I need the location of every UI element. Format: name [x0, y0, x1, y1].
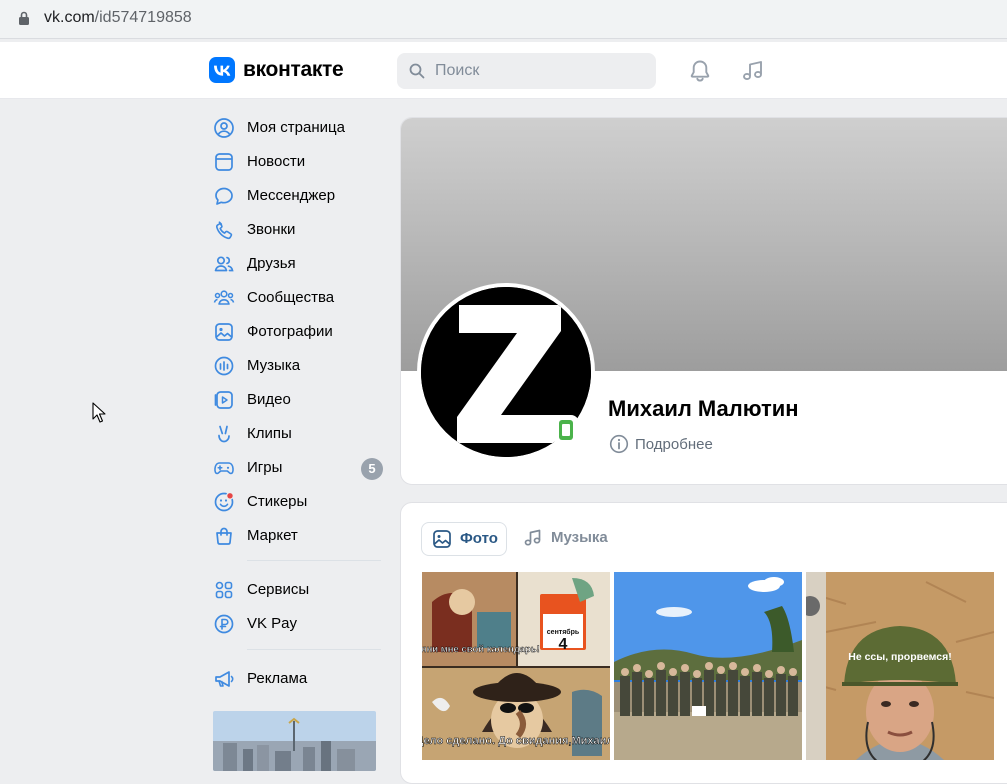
sidebar-item-label: Фотографии — [247, 323, 333, 340]
lock-icon — [19, 11, 29, 25]
photo-thumbnail[interactable]: Не ссы, прорвемся! — [806, 572, 994, 760]
sidebar-divider — [247, 649, 381, 650]
sidebar-item-my-page[interactable]: Моя страница — [212, 110, 382, 144]
sidebar-item-clips[interactable]: Клипы — [212, 416, 382, 450]
music-note-icon[interactable] — [740, 58, 766, 84]
sidebar-item-vk-pay[interactable]: VK Pay — [212, 606, 382, 640]
sidebar-item-label: Музыка — [247, 357, 301, 374]
sidebar-item-label: Видео — [247, 391, 291, 408]
sidebar-item-calls[interactable]: Звонки — [212, 212, 382, 246]
tab-music[interactable]: Музыка — [513, 522, 623, 554]
sidebar-item-label: Новости — [247, 153, 306, 170]
calendar-month: сентябрь — [547, 628, 580, 636]
search-icon — [409, 63, 425, 79]
url-text[interactable]: vk.com/id574719858 — [44, 9, 192, 27]
sidebar-item-music[interactable]: Музыка — [212, 348, 382, 382]
sidebar-item-friends[interactable]: Друзья — [212, 246, 382, 280]
search-input[interactable] — [435, 53, 645, 89]
vk-logo-icon[interactable] — [209, 57, 235, 83]
mouse-cursor-icon — [92, 402, 106, 423]
meme-caption-top: Протяни мне свой календарь! — [422, 644, 540, 655]
sidebar-ad-image[interactable] — [213, 711, 376, 771]
sidebar-item-label: Друзья — [247, 255, 296, 272]
more-info-label: Подробнее — [635, 436, 713, 453]
tab-photos[interactable]: Фото — [421, 522, 507, 556]
calendar-day: 4 — [559, 636, 568, 653]
sidebar-item-ads[interactable]: Реклама — [212, 661, 382, 695]
bell-icon[interactable] — [687, 58, 713, 84]
photo-thumbnail[interactable] — [614, 572, 802, 760]
sidebar-item-label: Маркет — [247, 527, 298, 544]
url-path: /id574719858 — [94, 9, 192, 26]
city-picture — [213, 711, 376, 771]
services-grid-icon — [215, 581, 233, 599]
sidebar-item-stickers[interactable]: Стикеры — [212, 484, 382, 518]
sidebar-item-messenger[interactable]: Мессенджер — [212, 178, 382, 212]
vk-header: вконтакте — [0, 42, 1007, 99]
communities-icon — [213, 290, 235, 305]
sticker-icon — [214, 491, 234, 512]
helmet-caption: Не ссы, прорвемся! — [848, 651, 952, 663]
gamepad-icon — [214, 462, 234, 475]
sidebar-item-games[interactable]: Игры 5 — [212, 450, 383, 484]
sidebar-item-label: Сообщества — [247, 289, 335, 306]
clips-icon — [218, 425, 230, 443]
sidebar-item-label: VK Pay — [247, 615, 298, 632]
sidebar-item-label: Моя страница — [247, 119, 345, 136]
sidebar-item-market[interactable]: Маркет — [212, 518, 382, 552]
photo-icon — [215, 323, 233, 341]
sidebar-item-label: Мессенджер — [247, 187, 336, 204]
tab-photos-label: Фото — [460, 530, 498, 547]
music-note-icon — [524, 529, 541, 546]
sidebar-item-label: Стикеры — [247, 493, 308, 510]
url-host: vk.com — [44, 9, 95, 26]
photo-thumbnail[interactable]: Протяни мне свой календарь! сентябрь 4 Д… — [422, 572, 610, 760]
video-icon — [214, 391, 233, 409]
media-card: Фото Музыка ни мне свой календарь! сентя… — [400, 502, 1007, 784]
megaphone-icon — [215, 671, 234, 687]
phone-icon — [216, 221, 233, 240]
sidebar-item-label: Игры — [247, 459, 283, 476]
message-bubble-icon — [215, 187, 233, 205]
sidebar-item-label: Реклама — [247, 670, 308, 687]
sidebar-item-label: Звонки — [247, 221, 296, 238]
sidebar-item-video[interactable]: Видео — [212, 382, 382, 416]
caption-top-line-1: Протяни мне свой календарь! — [422, 644, 540, 655]
helmet-portrait-image: Не ссы, прорвемся! — [806, 572, 994, 760]
market-bag-icon — [216, 527, 232, 545]
sidebar-divider — [247, 560, 381, 561]
friends-icon — [214, 256, 234, 272]
games-count-badge: 5 — [361, 458, 383, 480]
sidebar-item-photos[interactable]: Фотографии — [212, 314, 382, 348]
image-icon — [433, 530, 451, 548]
music-bars-icon — [214, 356, 234, 376]
sidebar-item-label: Сервисы — [247, 581, 310, 598]
sidebar-item-services[interactable]: Сервисы — [212, 572, 382, 606]
vkpay-icon — [214, 614, 234, 634]
online-mobile-badge — [553, 415, 579, 445]
tab-music-label: Музыка — [551, 529, 608, 546]
sidebar-item-label: Клипы — [247, 425, 292, 442]
mobile-online-icon — [559, 420, 573, 440]
comic-meme-image: Протяни мне свой календарь! сентябрь 4 Д… — [422, 572, 610, 760]
user-circle-icon — [214, 118, 234, 138]
profile-name: Михаил Малютин — [608, 396, 799, 421]
search-box[interactable] — [397, 53, 656, 89]
sidebar-item-communities[interactable]: Сообщества — [212, 280, 382, 314]
sidebar-item-news[interactable]: Новости — [212, 144, 382, 178]
brand-wordmark[interactable]: вконтакте — [243, 58, 344, 82]
group-outdoor-image — [614, 572, 802, 760]
info-icon — [609, 434, 629, 454]
newsfeed-icon — [215, 153, 233, 171]
browser-address-bar[interactable]: vk.com/id574719858 — [0, 0, 1007, 39]
meme-caption-bottom: Дело сделано. До свидания,Михаил. — [422, 735, 610, 747]
